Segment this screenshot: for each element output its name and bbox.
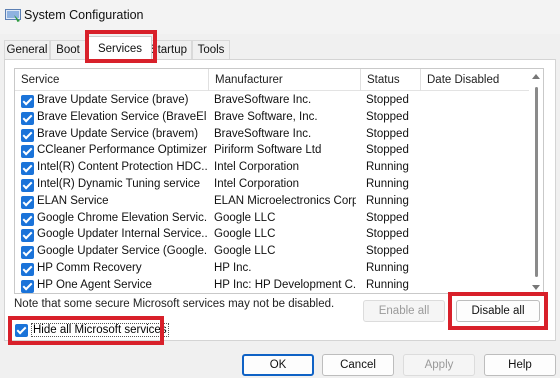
help-button[interactable]: Help [484,354,556,376]
service-row[interactable]: Brave Update Service (bravem) BraveSoftwa… [15,127,543,144]
tab-general[interactable]: General [4,40,50,60]
scroll-thumb[interactable] [535,87,538,277]
service-status: Stopped [366,228,409,241]
column-header-date-disabled[interactable]: Date Disabled [421,69,531,91]
service-status: Running [366,178,409,190]
service-status: Stopped [366,211,409,224]
service-status: Running [366,194,409,207]
title-bar: System Configuration [0,0,560,34]
service-manufacturer: BraveSoftware Inc. [214,127,312,140]
service-checkbox[interactable] [21,263,34,276]
highlight-services-tab [85,30,157,63]
ok-button[interactable]: OK [242,354,314,376]
service-name: HP One Agent Service [37,278,152,291]
vertical-scrollbar[interactable] [529,69,543,293]
service-checkbox[interactable] [21,279,34,293]
service-manufacturer: Google LLC [214,245,276,258]
window-title: System Configuration [24,8,144,22]
service-name: HP Comm Recovery [37,262,142,274]
service-name: Intel(R) Content Protection HDC... [37,161,207,174]
cancel-button[interactable]: Cancel [322,354,394,376]
secure-services-note: Note that some secure Microsoft services… [14,298,335,310]
service-status: Running [366,278,409,291]
service-manufacturer: Google LLC [214,211,276,224]
service-checkbox[interactable] [21,195,34,209]
service-manufacturer: Brave Software, Inc. [214,110,318,123]
service-name: ELAN Service [37,194,109,207]
service-row[interactable]: Intel(R) Dynamic Tuning service Intel Cor… [15,177,543,194]
service-row[interactable]: ELAN Service ELAN Microelectronics Corp. R… [15,194,543,211]
service-manufacturer: ELAN Microelectronics Corp. [214,194,356,207]
service-name: Google Updater Service (Google... [37,245,207,258]
service-manufacturer: HP Inc. [214,262,252,274]
column-header-status[interactable]: Status [361,69,421,91]
service-manufacturer: Google LLC [214,228,276,241]
service-checkbox[interactable] [21,145,34,159]
scroll-up-icon[interactable] [532,74,540,79]
service-status: Stopped [366,94,409,106]
services-list[interactable]: Service Manufacturer Status Date Disable… [14,68,544,294]
service-checkbox[interactable] [21,246,34,260]
service-checkbox[interactable] [21,162,34,176]
service-row[interactable]: Brave Update Service (brave) BraveSoftwar… [15,93,543,110]
service-status: Running [366,262,409,274]
service-status: Stopped [366,110,409,123]
tab-boot[interactable]: Boot [50,40,86,60]
highlight-disable-all [448,292,548,330]
service-name: CCleaner Performance Optimizer... [37,144,207,157]
column-header-service[interactable]: Service [15,69,209,91]
service-row[interactable]: Google Chrome Elevation Servic... Google … [15,211,543,228]
list-header: Service Manufacturer Status Date Disable… [15,69,543,91]
apply-button[interactable]: Apply [403,354,475,376]
service-manufacturer: Intel Corporation [214,178,300,190]
service-row[interactable]: Google Updater Internal Service... Google… [15,227,543,244]
service-name: Brave Update Service (brave) [37,94,189,106]
system-configuration-icon [5,9,21,22]
service-name: Brave Update Service (bravem) [37,127,199,140]
service-status: Running [366,161,409,174]
service-row[interactable]: Intel(R) Content Protection HDC... Intel … [15,160,543,177]
service-row[interactable]: HP Comm Recovery HP Inc. Running [15,261,543,278]
service-checkbox[interactable] [21,128,34,142]
scroll-down-icon[interactable] [532,285,540,290]
service-row[interactable]: Google Updater Service (Google... Google … [15,244,543,261]
enable-all-button[interactable]: Enable all [363,300,445,322]
service-row[interactable]: Brave Elevation Service (BraveEl... Brave… [15,110,543,127]
service-checkbox[interactable] [21,212,34,226]
service-name: Google Chrome Elevation Servic... [37,211,207,224]
service-checkbox[interactable] [21,229,34,243]
service-name: Google Updater Internal Service... [37,228,207,241]
service-status: Stopped [366,144,409,157]
service-name: Brave Elevation Service (BraveEl... [37,110,207,123]
service-manufacturer: Piriform Software Ltd [214,144,322,157]
service-manufacturer: BraveSoftware Inc. [214,94,312,106]
column-header-manufacturer[interactable]: Manufacturer [209,69,361,91]
service-manufacturer: HP Inc: HP Development C... [214,278,356,291]
service-status: Stopped [366,127,409,140]
service-checkbox[interactable] [21,179,34,192]
service-checkbox[interactable] [21,111,34,125]
tab-tools[interactable]: Tools [192,40,230,60]
highlight-hide-microsoft [8,316,164,345]
service-row[interactable]: CCleaner Performance Optimizer... Pirifor… [15,143,543,160]
tab-bar: General Boot Startup Tools Services [0,36,560,61]
service-manufacturer: Intel Corporation [214,161,300,174]
service-name: Intel(R) Dynamic Tuning service [37,178,200,190]
service-checkbox[interactable] [21,95,34,108]
service-status: Stopped [366,245,409,258]
